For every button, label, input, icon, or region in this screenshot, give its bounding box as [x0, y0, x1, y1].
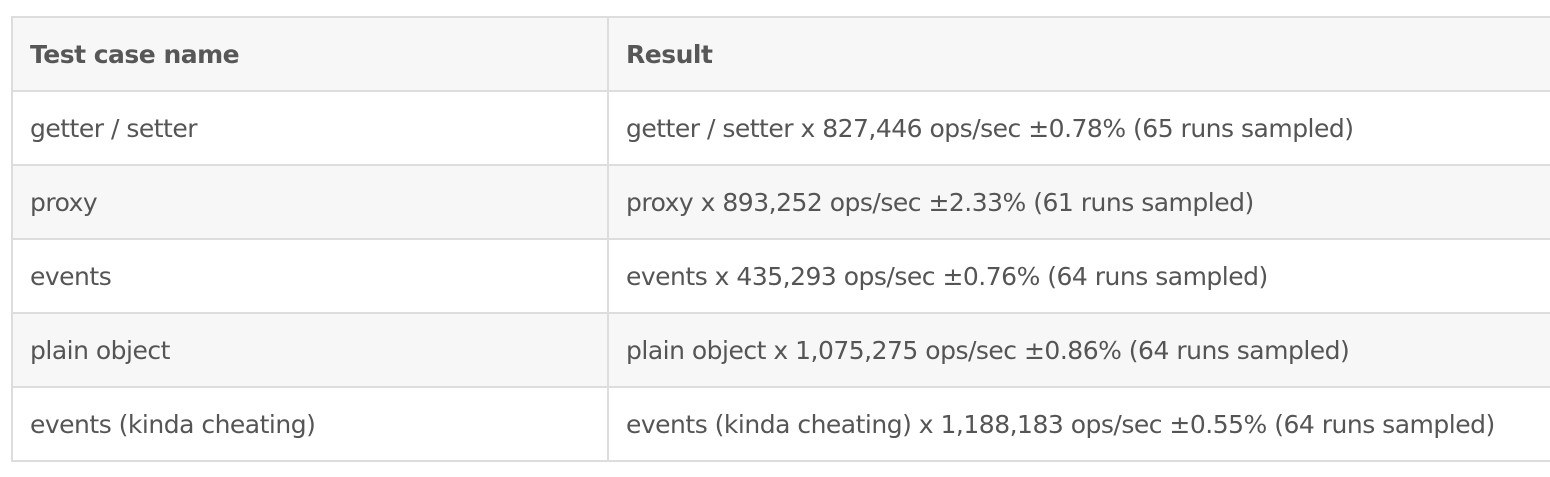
table-row: proxy proxy x 893,252 ops/sec ±2.33% (61…	[12, 165, 1550, 240]
result-cell: events (kinda cheating) x 1,188,183 ops/…	[607, 387, 1550, 462]
result-cell: getter / setter x 827,446 ops/sec ±0.78%…	[607, 91, 1550, 166]
result-cell: proxy x 893,252 ops/sec ±2.33% (61 runs …	[607, 165, 1550, 240]
test-case-name-cell: proxy	[12, 165, 608, 240]
table-header-row: Test case name Result	[12, 17, 1550, 92]
table-row: getter / setter getter / setter x 827,44…	[12, 91, 1550, 166]
test-case-name-cell: getter / setter	[12, 91, 608, 166]
result-cell: events x 435,293 ops/sec ±0.76% (64 runs…	[607, 239, 1550, 314]
test-case-name-cell: events (kinda cheating)	[12, 387, 608, 462]
header-test-case-name: Test case name	[12, 17, 608, 92]
header-result: Result	[607, 17, 1550, 92]
test-case-name-cell: events	[12, 239, 608, 314]
table-row: events (kinda cheating) events (kinda ch…	[12, 387, 1550, 462]
table-row: events events x 435,293 ops/sec ±0.76% (…	[12, 239, 1550, 314]
test-case-name-cell: plain object	[12, 313, 608, 388]
table-row: plain object plain object x 1,075,275 op…	[12, 313, 1550, 388]
result-cell: plain object x 1,075,275 ops/sec ±0.86% …	[607, 313, 1550, 388]
benchmark-results-table: Test case name Result getter / setter ge…	[11, 16, 1550, 462]
